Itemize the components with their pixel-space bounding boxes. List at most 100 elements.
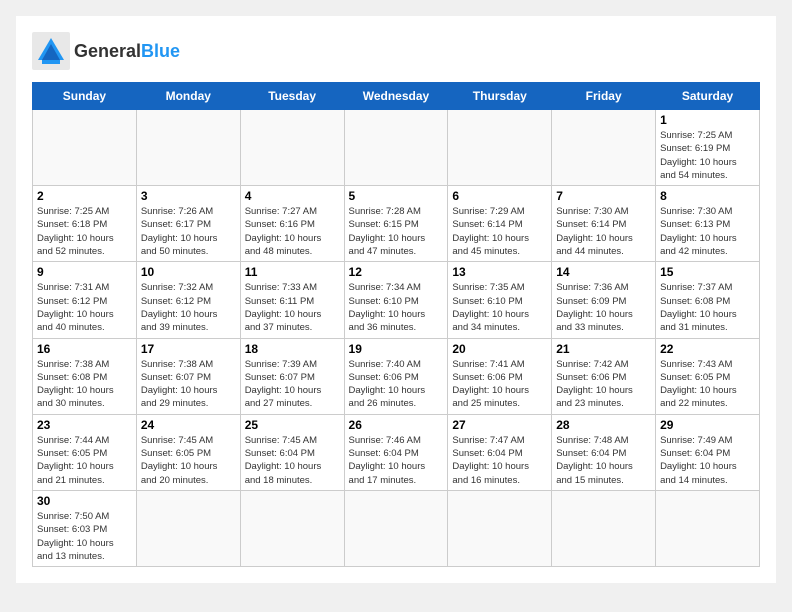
calendar-cell: 24Sunrise: 7:45 AMSunset: 6:05 PMDayligh… [136,414,240,490]
calendar-cell: 15Sunrise: 7:37 AMSunset: 6:08 PMDayligh… [656,262,760,338]
calendar-cell: 5 Sunrise: 7:28 AMSunset: 6:15 PMDaylight… [344,186,448,262]
calendar-cell: 27 Sunrise: 7:47 AMSunset: 6:04 PMDayligh… [448,414,552,490]
day-number: 14 [556,265,651,279]
day-info: Sunrise: 7:25 AMSunset: 6:19 PMDaylight:… [660,129,755,182]
logo-text: GeneralBlue [74,41,180,62]
week-row-4: 16Sunrise: 7:38 AMSunset: 6:08 PMDayligh… [33,338,760,414]
calendar-cell: 14 Sunrise: 7:36 AMSunset: 6:09 PMDayligh… [552,262,656,338]
week-row-2: 2Sunrise: 7:25 AMSunset: 6:18 PMDaylight… [33,186,760,262]
day-number: 26 [349,418,444,432]
day-info: Sunrise: 7:42 AMSunset: 6:06 PMDaylight:… [556,358,651,411]
day-number: 12 [349,265,444,279]
calendar-cell: 30Sunrise: 7:50 AMSunset: 6:03 PMDayligh… [33,490,137,566]
day-number: 28 [556,418,651,432]
calendar-cell: 2Sunrise: 7:25 AMSunset: 6:18 PMDaylight… [33,186,137,262]
week-row-6: 30Sunrise: 7:50 AMSunset: 6:03 PMDayligh… [33,490,760,566]
calendar-cell: 17Sunrise: 7:38 AMSunset: 6:07 PMDayligh… [136,338,240,414]
calendar-cell: 22 Sunrise: 7:43 AMSunset: 6:05 PMDayligh… [656,338,760,414]
calendar-cell: 9 Sunrise: 7:31 AMSunset: 6:12 PMDaylight… [33,262,137,338]
day-info: Sunrise: 7:44 AMSunset: 6:05 PMDaylight:… [37,434,132,487]
weekday-header-row: SundayMondayTuesdayWednesdayThursdayFrid… [33,83,760,110]
day-number: 21 [556,342,651,356]
day-info: Sunrise: 7:35 AMSunset: 6:10 PMDaylight:… [452,281,547,334]
day-number: 6 [452,189,547,203]
day-number: 5 [349,189,444,203]
day-number: 27 [452,418,547,432]
calendar-cell: 7 Sunrise: 7:30 AMSunset: 6:14 PMDaylight… [552,186,656,262]
day-number: 11 [245,265,340,279]
day-info: Sunrise: 7:36 AMSunset: 6:09 PMDaylight:… [556,281,651,334]
calendar-cell [656,490,760,566]
calendar-cell: 21 Sunrise: 7:42 AMSunset: 6:06 PMDayligh… [552,338,656,414]
day-info: Sunrise: 7:38 AMSunset: 6:08 PMDaylight:… [37,358,132,411]
calendar-cell: 8 Sunrise: 7:30 AMSunset: 6:13 PMDaylight… [656,186,760,262]
day-info: Sunrise: 7:46 AMSunset: 6:04 PMDaylight:… [349,434,444,487]
day-info: Sunrise: 7:30 AMSunset: 6:14 PMDaylight:… [556,205,651,258]
calendar-cell [240,490,344,566]
calendar-cell [33,110,137,186]
weekday-header-friday: Friday [552,83,656,110]
day-info: Sunrise: 7:31 AMSunset: 6:12 PMDaylight:… [37,281,132,334]
calendar-cell: 25Sunrise: 7:45 AMSunset: 6:04 PMDayligh… [240,414,344,490]
day-number: 8 [660,189,755,203]
calendar-cell: 1Sunrise: 7:25 AMSunset: 6:19 PMDaylight… [656,110,760,186]
calendar-cell: 4 Sunrise: 7:27 AMSunset: 6:16 PMDaylight… [240,186,344,262]
calendar-cell: 28 Sunrise: 7:48 AMSunset: 6:04 PMDayligh… [552,414,656,490]
calendar-cell [552,490,656,566]
weekday-header-tuesday: Tuesday [240,83,344,110]
day-info: Sunrise: 7:39 AMSunset: 6:07 PMDaylight:… [245,358,340,411]
day-number: 23 [37,418,132,432]
weekday-header-saturday: Saturday [656,83,760,110]
day-info: Sunrise: 7:45 AMSunset: 6:05 PMDaylight:… [141,434,236,487]
weekday-header-monday: Monday [136,83,240,110]
day-info: Sunrise: 7:25 AMSunset: 6:18 PMDaylight:… [37,205,132,258]
calendar-cell: 12 Sunrise: 7:34 AMSunset: 6:10 PMDayligh… [344,262,448,338]
calendar-cell [448,490,552,566]
logo: GeneralBlue [32,32,180,70]
day-number: 13 [452,265,547,279]
day-info: Sunrise: 7:30 AMSunset: 6:13 PMDaylight:… [660,205,755,258]
day-number: 7 [556,189,651,203]
day-info: Sunrise: 7:27 AMSunset: 6:16 PMDaylight:… [245,205,340,258]
day-number: 29 [660,418,755,432]
day-number: 3 [141,189,236,203]
day-info: Sunrise: 7:28 AMSunset: 6:15 PMDaylight:… [349,205,444,258]
calendar-cell [240,110,344,186]
day-number: 4 [245,189,340,203]
day-info: Sunrise: 7:34 AMSunset: 6:10 PMDaylight:… [349,281,444,334]
day-info: Sunrise: 7:32 AMSunset: 6:12 PMDaylight:… [141,281,236,334]
day-info: Sunrise: 7:47 AMSunset: 6:04 PMDaylight:… [452,434,547,487]
calendar-cell [552,110,656,186]
day-number: 22 [660,342,755,356]
day-info: Sunrise: 7:49 AMSunset: 6:04 PMDaylight:… [660,434,755,487]
calendar-cell: 29 Sunrise: 7:49 AMSunset: 6:04 PMDayligh… [656,414,760,490]
calendar-cell: 23 Sunrise: 7:44 AMSunset: 6:05 PMDayligh… [33,414,137,490]
logo-icon [32,32,70,70]
day-number: 15 [660,265,755,279]
day-number: 9 [37,265,132,279]
day-number: 25 [245,418,340,432]
day-info: Sunrise: 7:48 AMSunset: 6:04 PMDaylight:… [556,434,651,487]
day-info: Sunrise: 7:50 AMSunset: 6:03 PMDaylight:… [37,510,132,563]
page: GeneralBlue SundayMondayTuesdayWednesday… [16,16,776,583]
day-number: 20 [452,342,547,356]
calendar-cell: 18 Sunrise: 7:39 AMSunset: 6:07 PMDayligh… [240,338,344,414]
week-row-3: 9 Sunrise: 7:31 AMSunset: 6:12 PMDaylight… [33,262,760,338]
day-number: 10 [141,265,236,279]
week-row-1: 1Sunrise: 7:25 AMSunset: 6:19 PMDaylight… [33,110,760,186]
day-info: Sunrise: 7:43 AMSunset: 6:05 PMDaylight:… [660,358,755,411]
calendar-cell [448,110,552,186]
calendar-cell: 10 Sunrise: 7:32 AMSunset: 6:12 PMDayligh… [136,262,240,338]
week-row-5: 23 Sunrise: 7:44 AMSunset: 6:05 PMDayligh… [33,414,760,490]
calendar-cell: 20Sunrise: 7:41 AMSunset: 6:06 PMDayligh… [448,338,552,414]
calendar-cell: 13 Sunrise: 7:35 AMSunset: 6:10 PMDayligh… [448,262,552,338]
weekday-header-wednesday: Wednesday [344,83,448,110]
day-number: 19 [349,342,444,356]
calendar-cell [344,110,448,186]
calendar-cell: 6 Sunrise: 7:29 AMSunset: 6:14 PMDaylight… [448,186,552,262]
calendar-cell: 11Sunrise: 7:33 AMSunset: 6:11 PMDayligh… [240,262,344,338]
day-info: Sunrise: 7:29 AMSunset: 6:14 PMDaylight:… [452,205,547,258]
day-number: 18 [245,342,340,356]
calendar-cell: 19Sunrise: 7:40 AMSunset: 6:06 PMDayligh… [344,338,448,414]
day-info: Sunrise: 7:26 AMSunset: 6:17 PMDaylight:… [141,205,236,258]
